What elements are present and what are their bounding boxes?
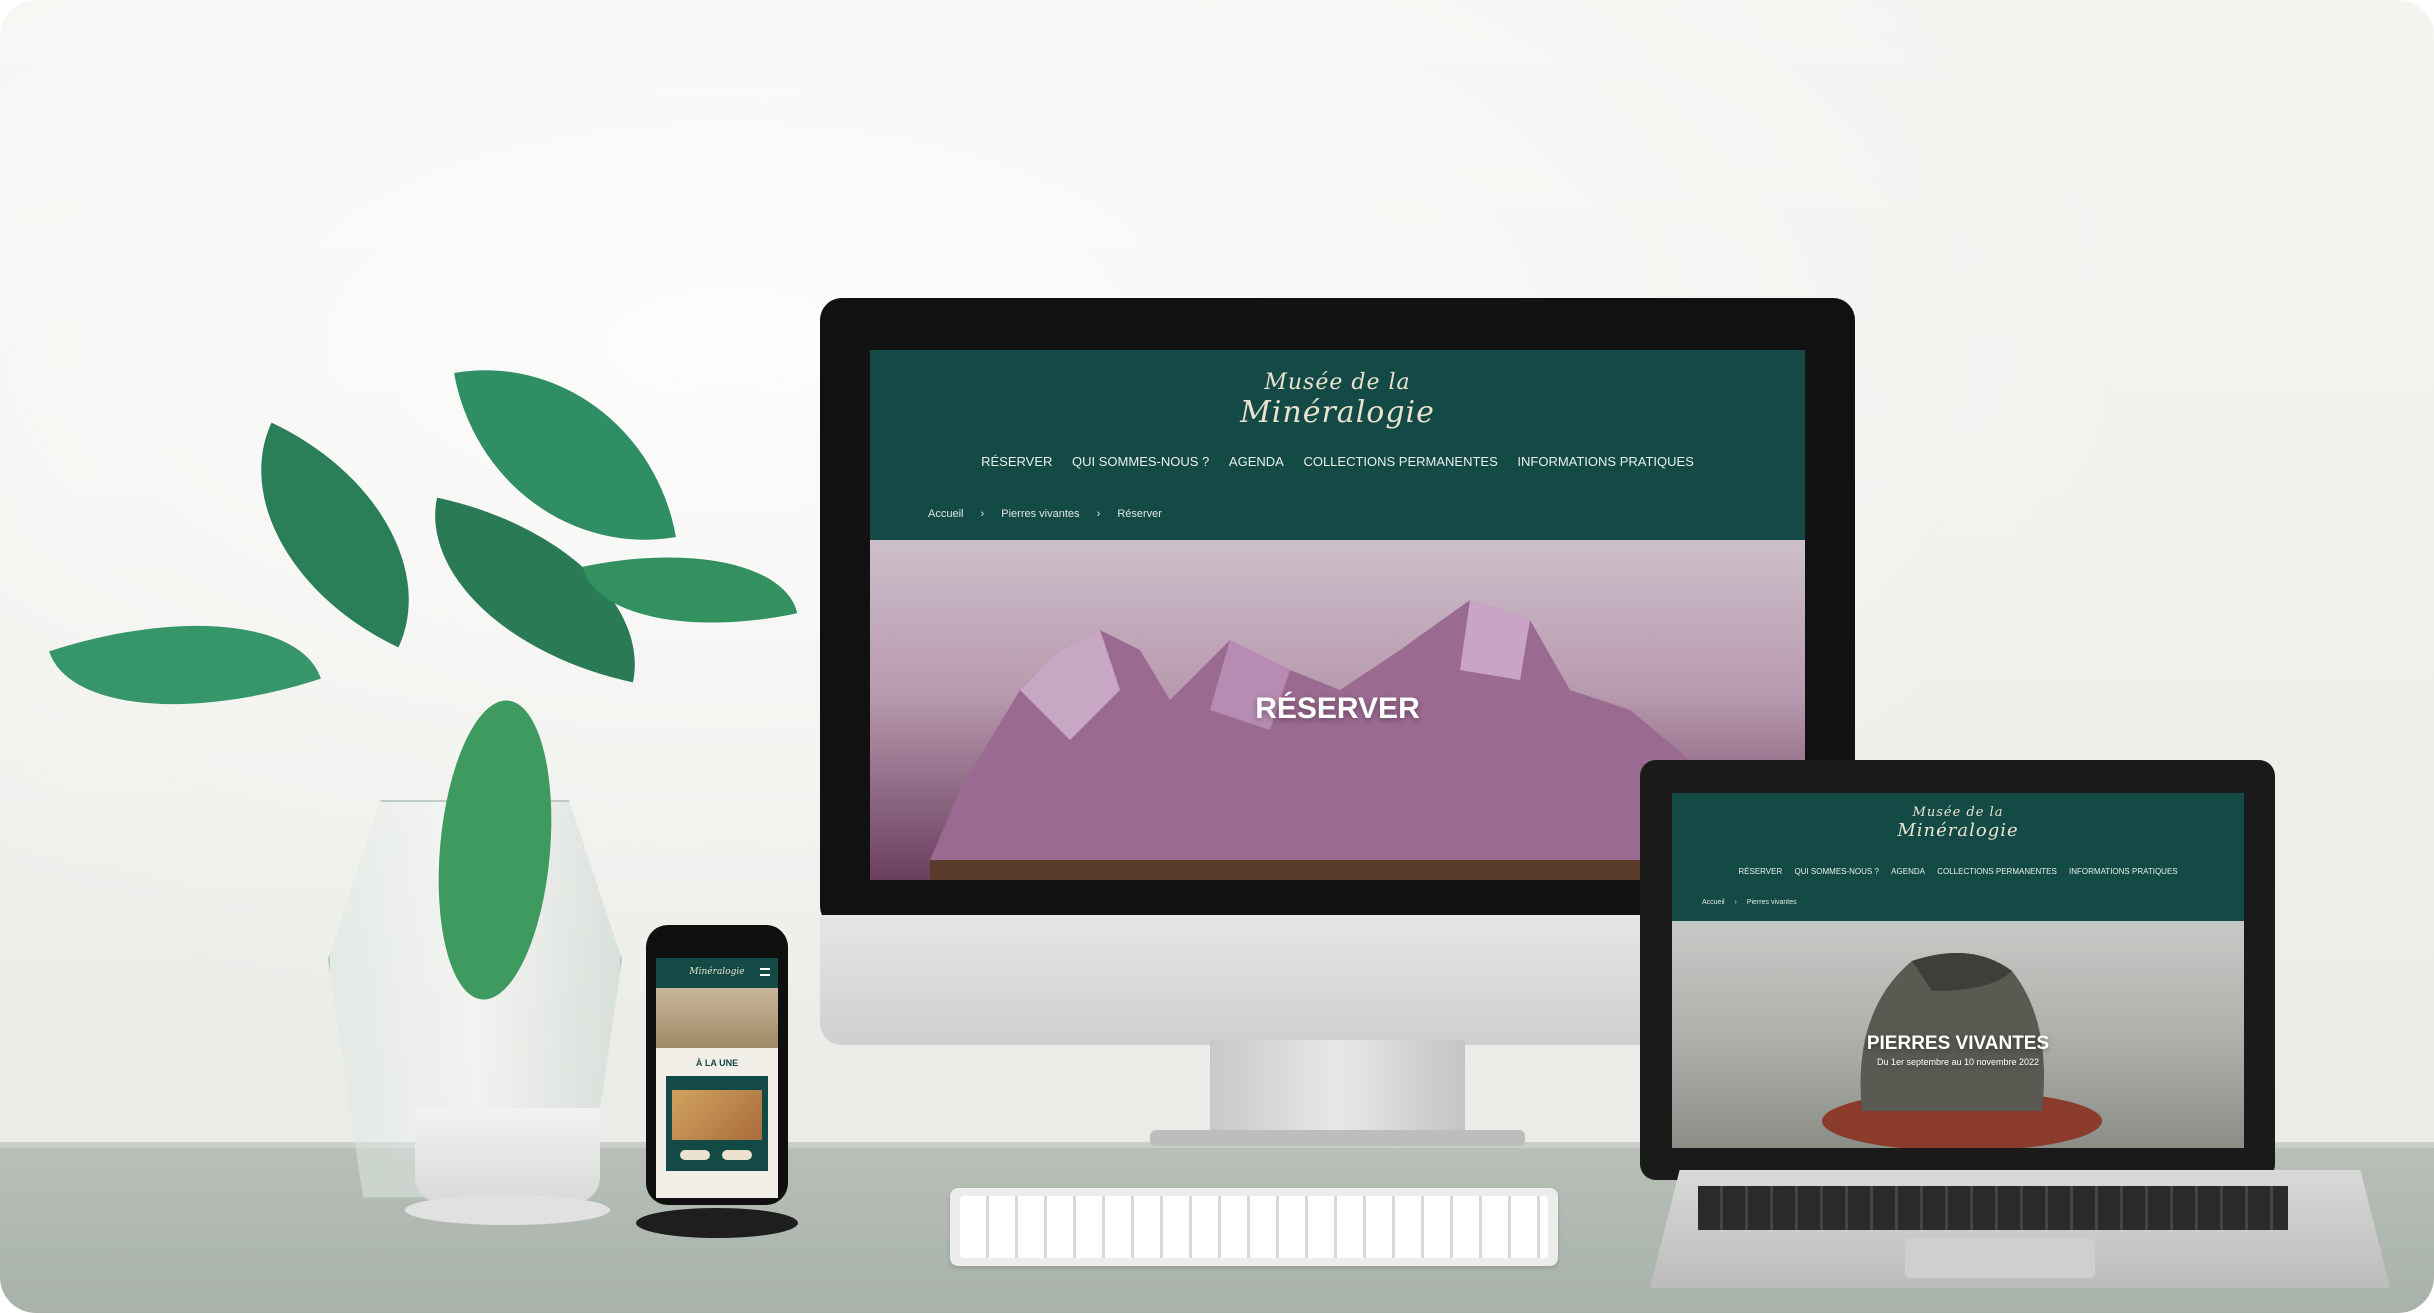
section-title: À LA UNE [695,1058,739,1068]
nav-reserver[interactable]: RÉSERVER [1738,867,1782,876]
chevron-right-icon: › [980,508,985,520]
breadcrumb-current: Pierres vivantes [1746,899,1797,906]
chevron-right-icon: › [1096,508,1101,520]
mobile-header: Minéralogie [656,958,778,988]
mobile-hero-image [656,988,778,1048]
hamburger-menu-icon[interactable] [760,968,770,976]
pot-saucer [405,1195,610,1225]
laptop-keyboard [1698,1186,2288,1230]
phone-dock [636,1208,798,1238]
breadcrumb: Accueil › Pierres vivantes › Réserver [928,508,1162,520]
hero-dates: Du 1er septembre au 10 novembre 2022 [1876,1057,2040,1067]
site-header: Musée de la Minéralogie RÉSERVER QUI SOM… [1672,793,2244,921]
nav-informations[interactable]: INFORMATIONS PRATIQUES [1517,454,1693,469]
site-header: Musée de la Minéralogie RÉSERVER QUI SOM… [870,350,1805,540]
keyboard-keys [960,1196,1548,1258]
nav-agenda[interactable]: AGENDA [1229,454,1284,469]
discover-button[interactable] [722,1150,752,1160]
nav-qui-sommes-nous[interactable]: QUI SOMMES-NOUS ? [1794,867,1878,876]
nav-reserver[interactable]: RÉSERVER [981,454,1052,469]
breadcrumb-current: Réserver [1117,508,1162,520]
logo-line1: Musée de la [1912,805,2004,820]
plant-pot [415,1108,600,1203]
hero-title: PIERRES VIVANTES [1866,1033,2050,1054]
nav-agenda[interactable]: AGENDA [1891,867,1925,876]
logo-line2: Minéralogie [1240,395,1435,430]
imac-stand-foot [1150,1130,1525,1146]
nav-collections[interactable]: COLLECTIONS PERMANENTES [1937,867,2057,876]
breadcrumb-exhibit[interactable]: Pierres vivantes [1001,508,1079,520]
main-nav: RÉSERVER QUI SOMMES-NOUS ? AGENDA COLLEC… [870,454,1805,469]
reserve-button[interactable] [680,1150,710,1160]
chevron-right-icon: › [1734,899,1737,906]
featured-card-image [672,1090,762,1140]
featured-card[interactable] [666,1076,768,1171]
imac-stand [1210,1040,1465,1140]
site-logo[interactable]: Musée de la Minéralogie [1672,805,2244,841]
breadcrumb-home[interactable]: Accueil [928,508,963,520]
main-nav: RÉSERVER QUI SOMMES-NOUS ? AGENDA COLLEC… [1672,867,2244,876]
site-logo[interactable]: Musée de la Minéralogie [870,370,1805,430]
nav-qui-sommes-nous[interactable]: QUI SOMMES-NOUS ? [1072,454,1209,469]
laptop-website-screen: Musée de la Minéralogie RÉSERVER QUI SOM… [1672,793,2244,1148]
nav-informations[interactable]: INFORMATIONS PRATIQUES [2069,867,2178,876]
breadcrumb-home[interactable]: Accueil [1702,899,1725,906]
hero-title: RÉSERVER [1255,692,1420,725]
product-mockup-scene: Musée de la Minéralogie RÉSERVER QUI SOM… [0,0,2434,1313]
laptop-trackpad [1905,1238,2095,1278]
logo-line1: Musée de la [1264,370,1411,395]
breadcrumb: Accueil › Pierres vivantes [1702,899,1797,906]
nav-collections[interactable]: COLLECTIONS PERMANENTES [1303,454,1497,469]
mobile-website-screen: Minéralogie À LA UNE [656,958,778,1198]
logo-line2: Minéralogie [1897,820,2019,841]
hero-banner: PIERRES VIVANTES Du 1er septembre au 10 … [1672,921,2244,1148]
